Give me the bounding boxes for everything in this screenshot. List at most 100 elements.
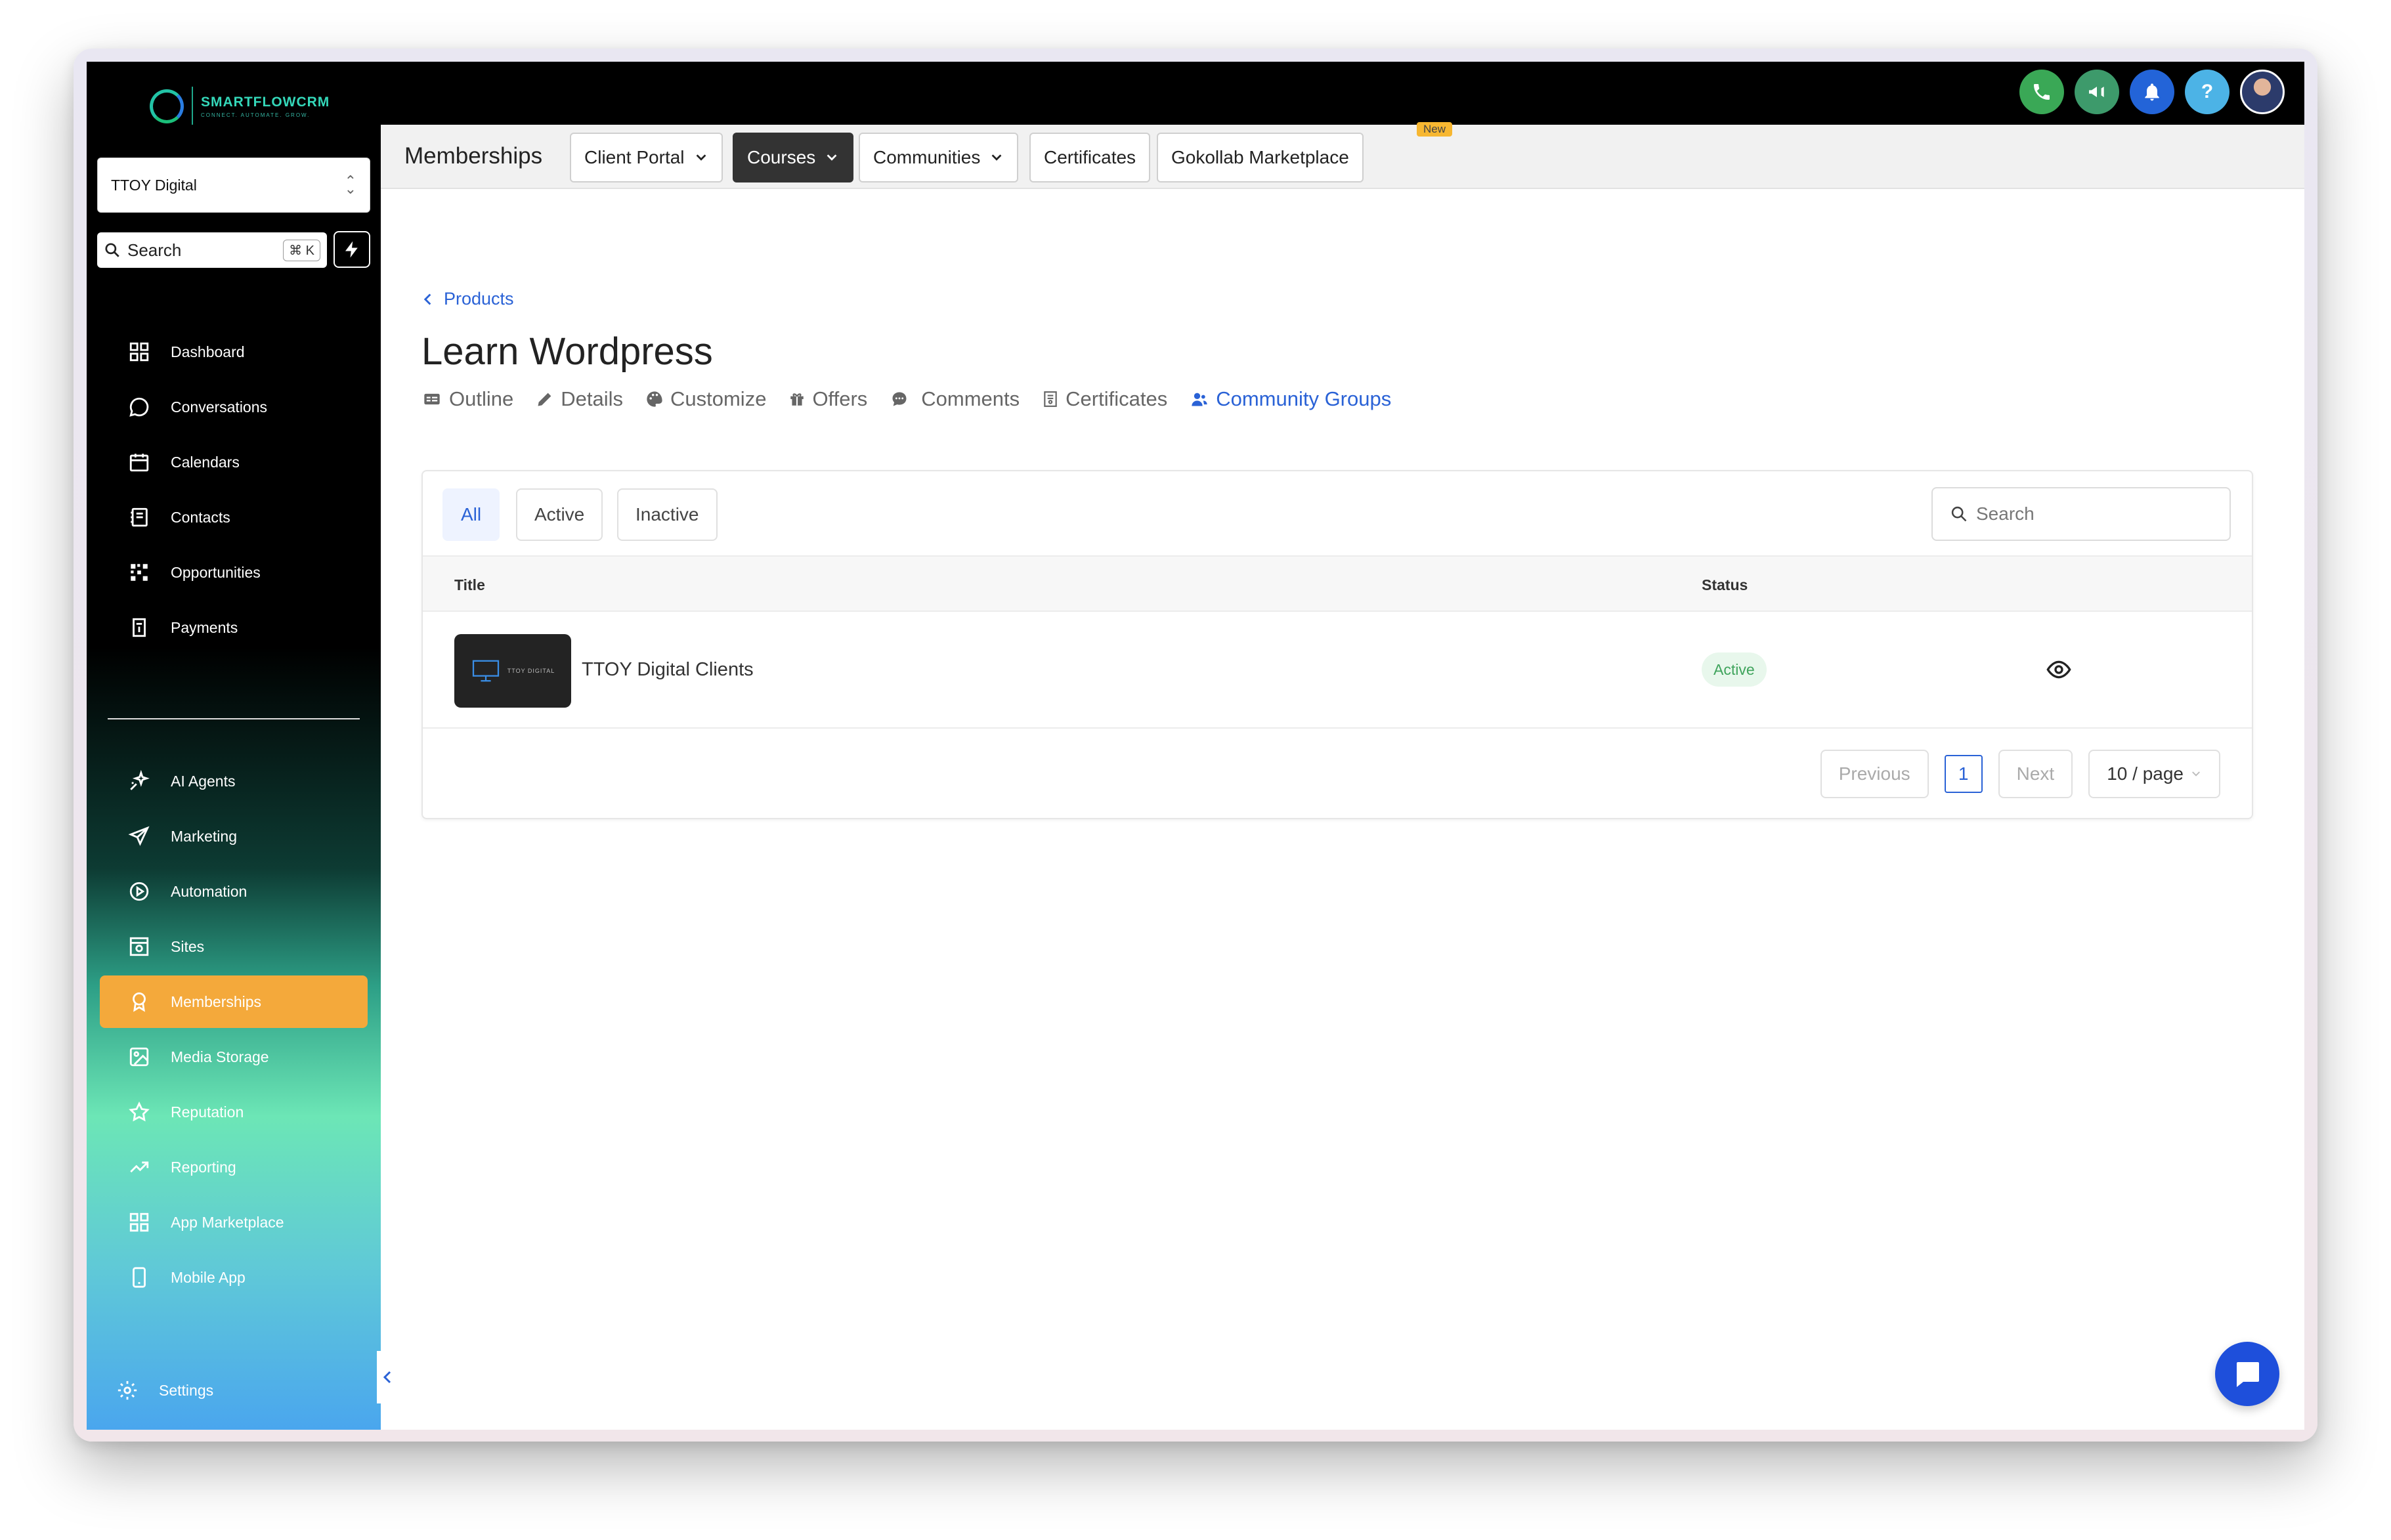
chat-widget-button[interactable]	[2215, 1342, 2279, 1406]
avatar[interactable]	[2240, 70, 2285, 114]
phone-device-icon	[126, 1264, 152, 1291]
star-icon	[126, 1099, 152, 1125]
image-icon	[126, 1044, 152, 1070]
sidebar-item-label: Settings	[159, 1381, 214, 1399]
phone-icon[interactable]	[2019, 70, 2064, 114]
chat-icon	[2237, 1362, 2259, 1387]
tab-community-groups[interactable]: Community Groups	[1190, 387, 1391, 411]
sidebar-item-label: Memberships	[171, 993, 262, 1010]
sidebar-item-marketing[interactable]: Marketing	[100, 810, 368, 863]
send-icon	[126, 823, 152, 849]
play-circle-icon	[126, 878, 152, 905]
account-switcher[interactable]: TTOY Digital ⌃ ⌄	[97, 158, 370, 213]
sidebar-item-label: App Marketplace	[171, 1213, 284, 1231]
breadcrumb-products: Products	[444, 289, 514, 309]
page-title: Learn Wordpress	[421, 330, 713, 373]
sparkle-icon	[126, 768, 152, 794]
gear-icon	[114, 1377, 140, 1403]
column-title: Title	[454, 576, 485, 593]
sidebar-item-reporting[interactable]: Reporting	[100, 1141, 368, 1193]
quick-action-button[interactable]	[334, 231, 370, 268]
memberships-subnav: Memberships Client Portal Courses Commun…	[381, 122, 2304, 189]
sidebar-item-label: AI Agents	[171, 772, 236, 790]
users-icon	[1192, 393, 1207, 406]
sidebar-item-calendars[interactable]: Calendars	[100, 436, 368, 488]
tab-gokollab-marketplace[interactable]: Gokollab Marketplace	[1157, 133, 1364, 182]
page-1-button[interactable]: 1	[1944, 755, 1983, 793]
sidebar-search[interactable]: Search ⌘ K	[97, 232, 327, 268]
sidebar-item-contacts[interactable]: Contacts	[100, 491, 368, 544]
tab-customize[interactable]: Customize	[645, 387, 766, 411]
community-groups-card: All Active Inactive Search Title Status …	[421, 470, 2253, 819]
help-icon[interactable]: ?	[2185, 70, 2229, 114]
sidebar-item-label: Reputation	[171, 1103, 244, 1121]
sidebar-item-mobile-app[interactable]: Mobile App	[100, 1251, 368, 1304]
palette-icon	[647, 391, 662, 407]
calendar-icon	[126, 449, 152, 475]
sidebar-item-label: Payments	[171, 618, 238, 636]
tab-outline[interactable]: Outline	[421, 387, 513, 411]
thumbnail-text: TTOY DIGITAL	[507, 668, 555, 674]
sidebar-item-label: Contacts	[171, 508, 230, 526]
sidebar-item-opportunities[interactable]: Opportunities	[100, 546, 368, 599]
sidebar-item-ai-agents[interactable]: AI Agents	[100, 755, 368, 807]
tab-details[interactable]: Details	[536, 387, 623, 411]
group-thumbnail: TTOY DIGITAL	[454, 634, 571, 708]
bell-icon[interactable]	[2130, 70, 2174, 114]
tab-certificates-course[interactable]: Certificates	[1042, 387, 1167, 411]
table-icon	[424, 393, 440, 405]
sidebar-item-payments[interactable]: Payments	[100, 601, 368, 654]
certificate-icon	[1044, 391, 1057, 407]
lightning-icon	[345, 241, 358, 258]
sidebar-item-automation[interactable]: Automation	[100, 865, 368, 918]
sidebar-item-reputation[interactable]: Reputation	[100, 1086, 368, 1138]
group-title[interactable]: TTOY Digital Clients	[582, 659, 754, 681]
sidebar-item-conversations[interactable]: Conversations	[100, 381, 368, 433]
page-size-select[interactable]: 10 / page	[2088, 750, 2220, 798]
apps-icon	[126, 1209, 152, 1235]
sidebar-item-memberships[interactable]: Memberships	[100, 975, 368, 1028]
search-icon	[1951, 506, 1967, 522]
sidebar-item-media-storage[interactable]: Media Storage	[100, 1031, 368, 1083]
tab-certificates[interactable]: Certificates	[1029, 133, 1151, 182]
new-badge: New	[1417, 122, 1453, 137]
sidebar-item-label: Opportunities	[171, 563, 261, 581]
table-row[interactable]: TTOY DIGITAL TTOY Digital Clients Active	[423, 612, 2252, 729]
previous-button[interactable]: Previous	[1820, 750, 1929, 798]
view-button[interactable]	[2046, 656, 2072, 686]
filter-active[interactable]: Active	[516, 488, 603, 541]
tab-client-portal[interactable]: Client Portal	[570, 133, 723, 182]
megaphone-icon[interactable]	[2075, 70, 2119, 114]
tab-offers[interactable]: Offers	[788, 387, 867, 411]
sidebar-item-label: Sites	[171, 937, 205, 955]
sidebar-item-settings[interactable]: Settings	[100, 1364, 368, 1417]
sidebar-item-label: Calendars	[171, 453, 240, 471]
tab-courses[interactable]: Courses	[733, 133, 854, 182]
filter-all[interactable]: All	[442, 488, 500, 541]
sidebar-item-sites[interactable]: Sites	[100, 920, 368, 973]
next-button[interactable]: Next	[1998, 750, 2073, 798]
pagination: Previous 1 Next 10 / page	[1820, 750, 2220, 798]
comment-icon	[892, 392, 907, 406]
collapse-sidebar-button[interactable]	[377, 1351, 399, 1403]
tab-communities[interactable]: Communities	[859, 133, 1019, 182]
pencil-icon	[538, 393, 551, 406]
chevron-left-icon	[423, 293, 431, 305]
filter-inactive[interactable]: Inactive	[617, 488, 718, 541]
sidebar-item-dashboard[interactable]: Dashboard	[100, 326, 368, 378]
page-size-value: 10 / page	[2107, 763, 2184, 784]
sites-icon	[126, 933, 152, 960]
table-search-input[interactable]: Search	[1931, 487, 2231, 541]
brand-logo[interactable]: SMARTFLOWCRM CONNECT. AUTOMATE. GROW.	[150, 87, 330, 126]
eye-icon	[2046, 660, 2071, 679]
tab-comments[interactable]: Comments	[890, 387, 1020, 411]
trend-icon	[126, 1154, 152, 1180]
table-header: Title Status	[423, 555, 2252, 612]
breadcrumb[interactable]: Products	[421, 289, 514, 309]
search-icon	[105, 243, 119, 257]
chevron-down-icon	[2192, 771, 2200, 777]
sidebar-item-app-marketplace[interactable]: App Marketplace	[100, 1196, 368, 1249]
sidebar-item-label: Mobile App	[171, 1268, 246, 1286]
main-content: Memberships Client Portal Courses Commun…	[381, 122, 2304, 1430]
search-label: Search	[127, 240, 182, 260]
